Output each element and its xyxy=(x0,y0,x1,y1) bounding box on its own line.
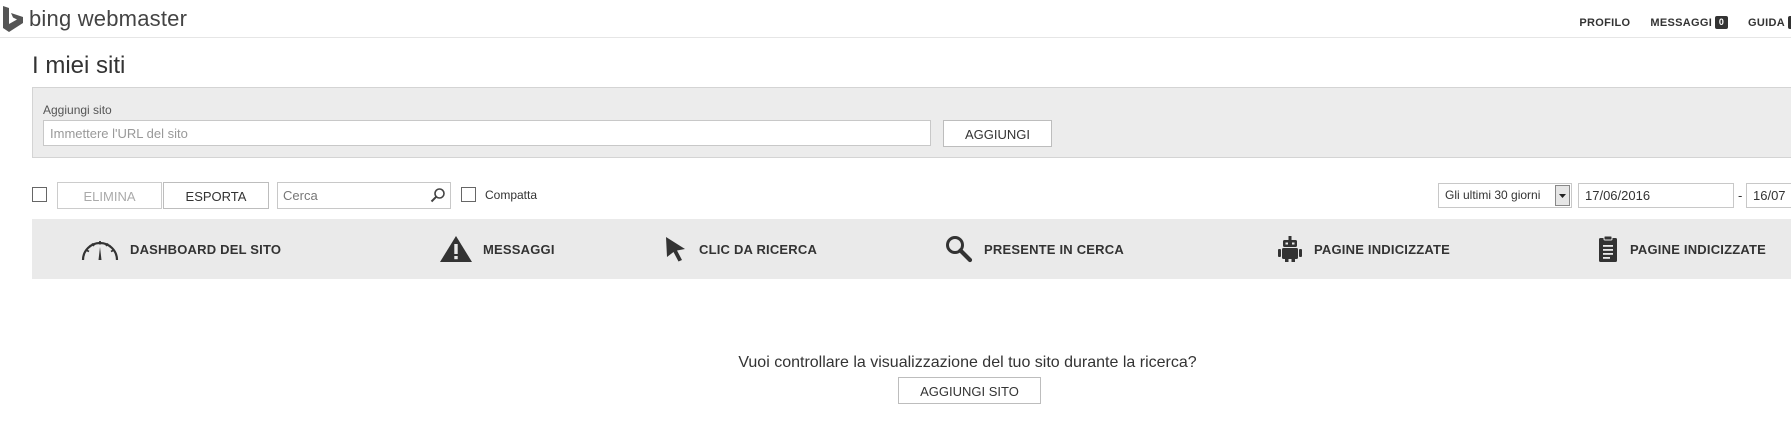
metric-indexed-pages-robot-label: PAGINE INDICIZZATE xyxy=(1314,241,1451,257)
metric-search-clicks-label: CLIC DA RICERCA xyxy=(699,241,818,257)
delete-button[interactable]: ELIMINA xyxy=(57,182,162,209)
metrics-header: DASHBOARD DEL SITO MESSAGGI CLIC DA RICE… xyxy=(32,219,1791,279)
warning-icon xyxy=(440,236,472,262)
page-title: I miei siti xyxy=(32,52,126,79)
add-site-label: Aggiungi sito xyxy=(43,103,112,117)
metric-search-presence[interactable]: PRESENTE IN CERCA xyxy=(944,219,1124,279)
search-icon[interactable] xyxy=(430,187,446,203)
date-to-input[interactable] xyxy=(1746,183,1791,208)
nav-profile-label: PROFILO xyxy=(1579,16,1631,29)
bing-logo[interactable]: bing webmaster xyxy=(2,6,187,32)
gauge-icon xyxy=(81,241,119,261)
add-site-panel: Aggiungi sito AGGIUNGI xyxy=(32,87,1791,158)
metric-indexed-pages-robot[interactable]: PAGINE INDICIZZATE xyxy=(1276,219,1450,279)
nav-help[interactable]: GUIDA? xyxy=(1748,16,1791,29)
metric-messages[interactable]: MESSAGGI xyxy=(439,219,555,279)
add-button[interactable]: AGGIUNGI xyxy=(943,120,1052,147)
clipboard-icon xyxy=(1599,235,1617,262)
metric-indexed-pages-clipboard[interactable]: PAGINE INDICIZZATE xyxy=(1596,219,1766,279)
logo-text: bing webmaster xyxy=(29,6,188,31)
date-from-input[interactable] xyxy=(1578,183,1734,208)
empty-state-question: Vuoi controllare la visualizzazione del … xyxy=(738,354,1197,371)
messages-count-badge: 0 xyxy=(1715,16,1729,29)
metric-search-presence-label: PRESENTE IN CERCA xyxy=(984,241,1124,257)
magnifier-icon xyxy=(946,236,973,263)
nav-messages[interactable]: MESSAGGI 0 xyxy=(1650,16,1729,29)
dropdown-arrow-icon[interactable] xyxy=(1555,185,1570,206)
date-range-select[interactable]: Gli ultimi 30 giorni xyxy=(1438,183,1572,208)
metric-indexed-pages-clipboard-label: PAGINE INDICIZZATE xyxy=(1630,241,1767,257)
select-all-checkbox[interactable] xyxy=(32,187,47,202)
add-site-button[interactable]: AGGIUNGI SITO xyxy=(898,377,1041,404)
date-separator: - xyxy=(1738,188,1743,203)
site-url-input[interactable] xyxy=(43,120,931,146)
sites-toolbar: ELIMINA ESPORTA Compatta Gli ultimi 30 g… xyxy=(32,181,1791,211)
cursor-icon xyxy=(666,237,685,262)
export-button[interactable]: ESPORTA xyxy=(163,182,269,209)
compact-label: Compatta xyxy=(485,188,538,202)
metric-search-clicks[interactable]: CLIC DA RICERCA xyxy=(663,219,817,279)
search-input[interactable] xyxy=(278,183,428,208)
date-range-value: Gli ultimi 30 giorni xyxy=(1445,188,1541,202)
search-box xyxy=(277,182,451,209)
compact-checkbox[interactable] xyxy=(461,187,476,202)
robot-icon xyxy=(1278,236,1302,262)
nav-messages-label: MESSAGGI xyxy=(1650,16,1713,29)
top-nav: PROFILO MESSAGGI0 GUIDA? xyxy=(1579,16,1791,29)
metric-site-dashboard-label: DASHBOARD DEL SITO xyxy=(130,241,282,257)
top-bar: bing webmaster PROFILO MESSAGGI0 GUIDA? xyxy=(0,0,1791,38)
metric-messages-label: MESSAGGI xyxy=(483,241,555,257)
nav-help-label: GUIDA xyxy=(1748,16,1785,29)
metric-site-dashboard[interactable]: DASHBOARD DEL SITO xyxy=(80,219,281,279)
bing-logo-icon xyxy=(3,6,23,32)
nav-profile[interactable]: PROFILO xyxy=(1579,16,1630,29)
